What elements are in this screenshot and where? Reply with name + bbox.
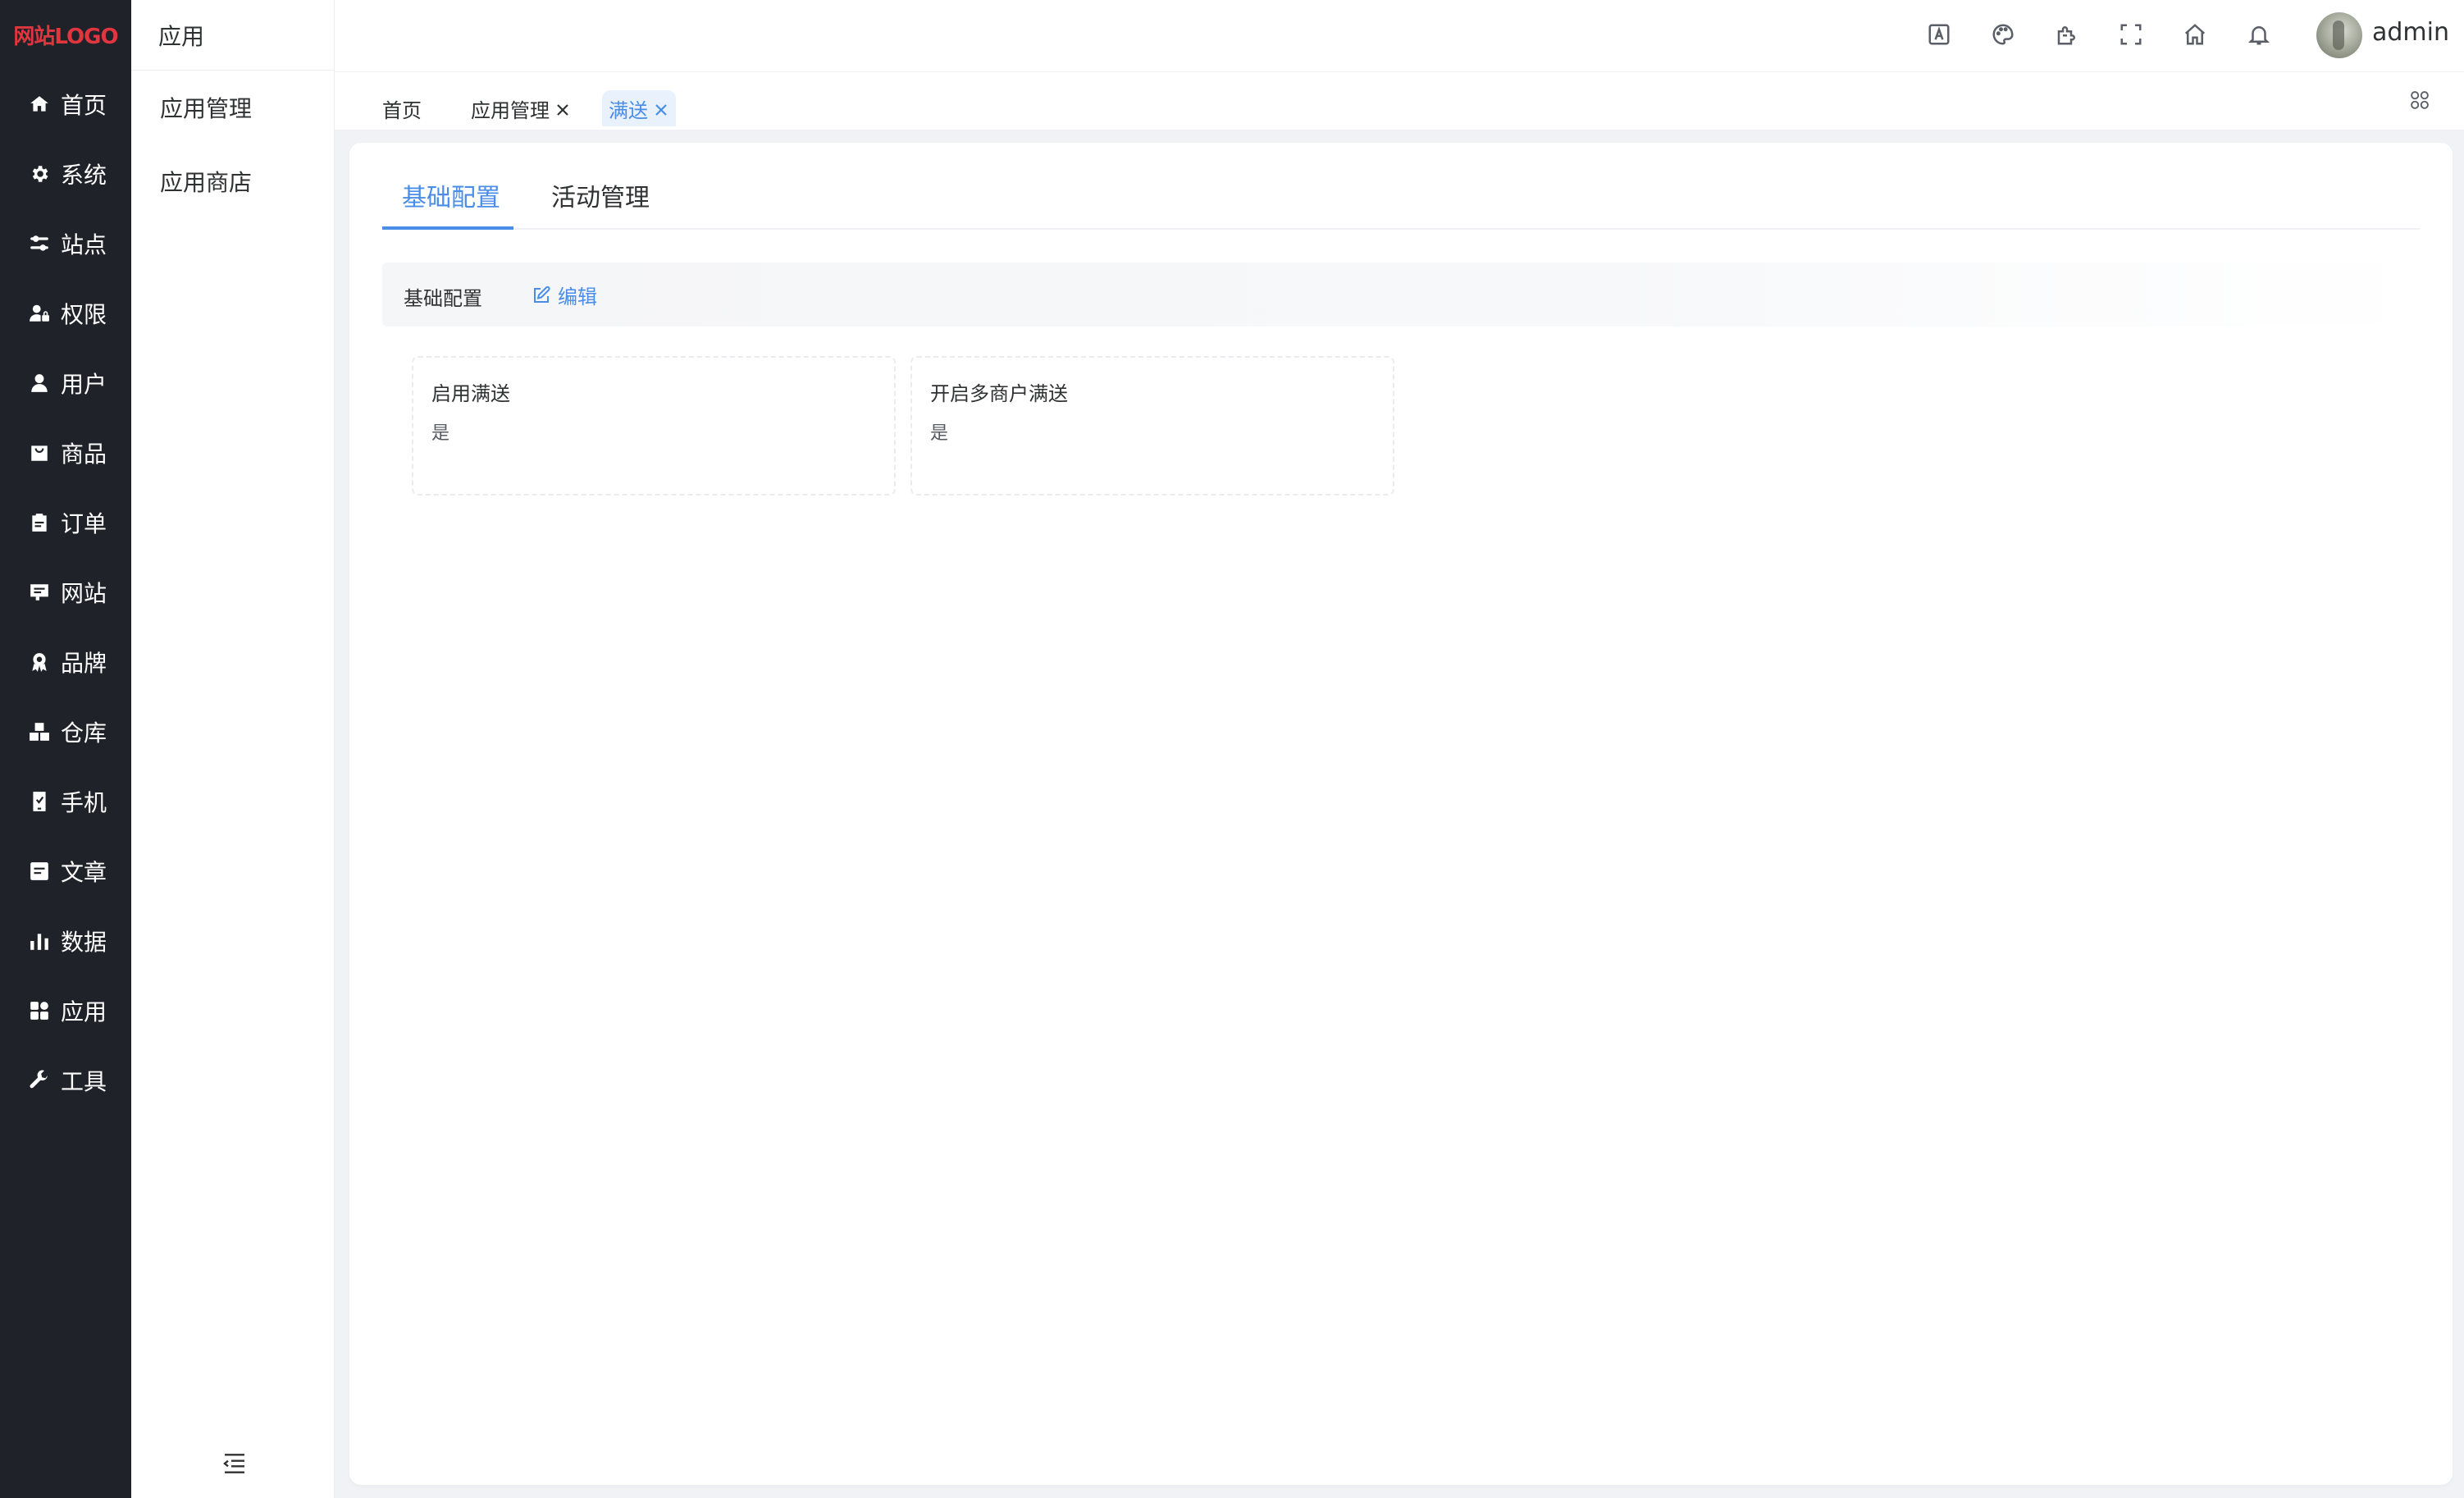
edit-button[interactable]: 编辑 (532, 281, 597, 309)
sidebar-item-warehouse[interactable]: 仓库 (0, 696, 131, 766)
sidebar-item-data[interactable]: 数据 (0, 906, 131, 975)
sidebar-item-label: 仓库 (61, 719, 107, 747)
config-tabs: 基础配置 活动管理 (382, 143, 2420, 230)
submenu-title: 应用 (131, 0, 334, 71)
boxes-icon (28, 720, 51, 743)
sidebar-item-order[interactable]: 订单 (0, 487, 131, 557)
tag-app-manage[interactable]: 应用管理 (464, 90, 577, 126)
username[interactable]: admin (2372, 18, 2449, 47)
tag-label: 应用管理 (471, 98, 550, 122)
sidebar-item-label: 订单 (61, 509, 107, 537)
monitor-icon (28, 581, 51, 604)
sliders-icon (28, 232, 51, 255)
apps-icon (28, 999, 51, 1022)
section-title: 基础配置 (404, 287, 482, 310)
sidebar-item-label: 首页 (61, 91, 107, 119)
tag-home[interactable]: 首页 (376, 90, 428, 126)
sidebar-item-brand[interactable]: 品牌 (0, 627, 131, 696)
submenu-panel: 应用 应用管理 应用商店 (131, 0, 335, 1498)
field-value: 是 (431, 423, 450, 444)
submenu-item-app-manage[interactable]: 应用管理 (131, 71, 334, 144)
badge-icon (28, 651, 51, 674)
gear-icon (28, 162, 51, 185)
field-value: 是 (930, 423, 949, 444)
sidebar-item-article[interactable]: 文章 (0, 836, 131, 906)
sidebar-item-site[interactable]: 站点 (0, 208, 131, 278)
bell-icon[interactable] (2244, 20, 2274, 49)
field-label: 开启多商户满送 (930, 382, 1068, 405)
sidebar-item-system[interactable]: 系统 (0, 139, 131, 208)
user-lock-icon (28, 302, 51, 325)
submenu-item-app-store[interactable]: 应用商店 (131, 144, 334, 218)
main-sidebar: 网站LOGO 首页 系统 站点 权限 用户 商品 订单 网站 品牌 仓库 手机 … (0, 0, 131, 1498)
site-logo[interactable]: 网站LOGO (0, 0, 131, 69)
sidebar-item-label: 用户 (61, 370, 107, 398)
collapse-menu-button[interactable] (220, 1449, 249, 1478)
field-label: 启用满送 (431, 382, 510, 405)
sidebar-item-label: 手机 (61, 788, 107, 816)
sidebar-item-label: 商品 (61, 440, 107, 468)
active-tab-indicator (382, 226, 513, 230)
app-root: 网站LOGO 首页 系统 站点 权限 用户 商品 订单 网站 品牌 仓库 手机 … (0, 0, 2464, 1498)
puzzle-icon[interactable] (2052, 20, 2082, 49)
sidebar-item-goods[interactable]: 商品 (0, 418, 131, 487)
tab-basic-config[interactable]: 基础配置 (402, 177, 500, 213)
home-icon[interactable] (2180, 20, 2210, 49)
sidebar-item-website[interactable]: 网站 (0, 557, 131, 627)
sidebar-item-tools[interactable]: 工具 (0, 1045, 131, 1115)
tags-menu-button[interactable] (2408, 89, 2433, 113)
content-card: 基础配置 活动管理 基础配置 编辑 启用满送 是 开启多商户满送 是 (349, 143, 2453, 1485)
sidebar-item-label: 工具 (61, 1067, 107, 1095)
field-card-multi-merchant-mansong: 开启多商户满送 是 (910, 356, 1394, 496)
tag-mansong[interactable]: 满送 (602, 90, 676, 126)
edit-label: 编辑 (558, 285, 597, 308)
home-icon (28, 93, 51, 116)
top-header: admin (335, 0, 2464, 72)
clipboard-icon (28, 511, 51, 534)
sidebar-item-label: 系统 (61, 161, 107, 189)
tag-label: 首页 (382, 98, 422, 122)
bar-chart-icon (28, 929, 51, 952)
field-card-enable-mansong: 启用满送 是 (412, 356, 896, 496)
sidebar-item-label: 应用 (61, 998, 107, 1025)
section-header: 基础配置 编辑 (382, 263, 2420, 327)
indent-icon (223, 1454, 244, 1473)
sidebar-item-mobile[interactable]: 手机 (0, 766, 131, 836)
wrench-icon (28, 1069, 51, 1092)
phone-icon (28, 790, 51, 813)
bag-icon (28, 441, 51, 464)
close-icon[interactable] (554, 100, 571, 116)
edit-icon (534, 285, 550, 303)
sidebar-item-user[interactable]: 用户 (0, 348, 131, 418)
sidebar-item-label: 文章 (61, 858, 107, 886)
fullscreen-icon[interactable] (2116, 20, 2146, 49)
palette-icon[interactable] (1988, 20, 2018, 49)
document-icon (28, 860, 51, 883)
sidebar-item-home[interactable]: 首页 (0, 69, 131, 139)
sidebar-item-apps[interactable]: 应用 (0, 975, 131, 1045)
tab-activity-manage[interactable]: 活动管理 (551, 177, 650, 213)
sidebar-item-label: 数据 (61, 928, 107, 956)
avatar[interactable] (2316, 12, 2362, 58)
user-icon (28, 372, 51, 395)
tags-bar: 首页 应用管理 满送 (335, 72, 2464, 130)
sidebar-item-permission[interactable]: 权限 (0, 278, 131, 348)
sidebar-item-label: 权限 (61, 300, 107, 328)
sidebar-item-label: 品牌 (61, 649, 107, 677)
sidebar-item-label: 网站 (61, 579, 107, 607)
sidebar-item-label: 站点 (61, 231, 107, 258)
close-icon[interactable] (653, 100, 669, 116)
tag-label: 满送 (609, 98, 648, 122)
grid-icon (2411, 91, 2429, 109)
translate-icon[interactable] (1924, 20, 1954, 49)
